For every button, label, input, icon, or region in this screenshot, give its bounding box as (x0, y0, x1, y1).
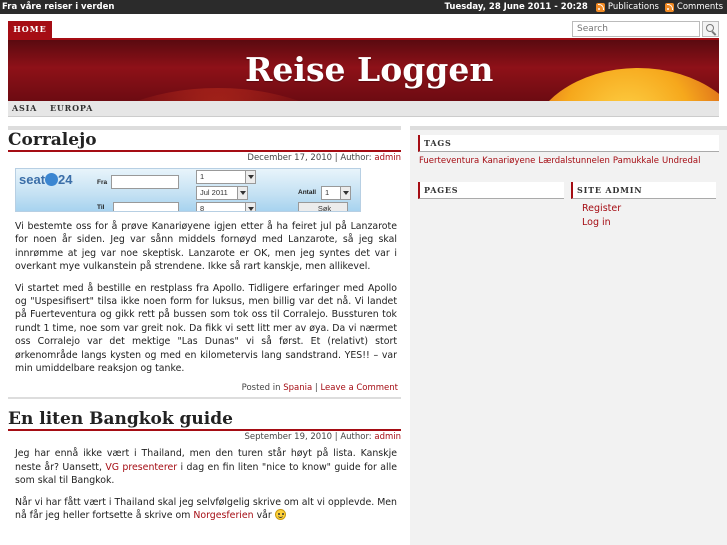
search-input[interactable] (572, 21, 700, 37)
passengers-select[interactable]: 1 (321, 186, 351, 200)
globe-icon (45, 173, 59, 186)
publications-feed-link[interactable]: Publications (608, 0, 659, 14)
author-label: | Author: (334, 432, 372, 443)
passengers-label: Antall (298, 189, 317, 196)
post-date: December 17, 2010 (247, 153, 333, 163)
tag-link[interactable]: Lærdalstunnelen (538, 156, 610, 166)
tag-link[interactable]: Kanariøyene (482, 156, 535, 166)
header-glow (88, 88, 348, 101)
post-footer: Posted in Spania | Leave a Comment (8, 383, 401, 400)
rss-icon (595, 2, 605, 12)
search-button[interactable] (702, 21, 719, 37)
author-link[interactable]: admin (374, 153, 401, 163)
admin-links: Register Log in (571, 199, 716, 230)
site-header: Reise Loggen (8, 38, 719, 101)
site-tagline: Fra våre reiser i verden (2, 2, 115, 12)
vg-link[interactable]: VG presenterer (105, 462, 177, 473)
rss-icon (664, 2, 674, 12)
site-admin-widget: SITE ADMIN Register Log in (571, 182, 716, 230)
return-day-select[interactable]: 8 (196, 202, 256, 212)
header-sun-graphic (528, 68, 719, 101)
seat24-brand-number: 24 (58, 172, 73, 187)
to-label: Til (97, 204, 105, 211)
depart-day-select[interactable]: 1 (196, 170, 256, 184)
posted-in-label: Posted in (241, 383, 281, 394)
seat24-brand: seat (19, 172, 46, 187)
main-content: Corralejo December 17, 2010 | Author: ad… (8, 126, 401, 545)
search-icon-handle (711, 31, 717, 36)
seat24-logo: seat 24 (19, 172, 73, 187)
post-paragraph: Vi startet med å bestille en restplass f… (15, 282, 397, 375)
pages-widget: PAGES (418, 182, 564, 199)
post-date: September 19, 2010 (244, 432, 333, 443)
from-input[interactable] (111, 175, 179, 189)
author-label: | Author: (334, 153, 372, 163)
footer-separator: | (314, 383, 318, 394)
chevron-down-icon (237, 187, 247, 199)
post-body: Jeg har ennå ikke vært i Thailand, men d… (8, 447, 401, 522)
author-link[interactable]: admin (374, 432, 401, 442)
top-bar-right: Tuesday, 28 June 2011 - 20:28 Publicatio… (445, 0, 727, 14)
post-paragraph: Når vi har fått vært i Thailand skal jeg… (8, 496, 401, 523)
depart-day-value: 1 (200, 172, 205, 181)
post-paragraph: Jeg har ennå ikke vært i Thailand, men d… (8, 447, 401, 487)
smiley-icon (274, 509, 286, 521)
pages-title: PAGES (418, 182, 564, 199)
chevron-down-icon (245, 171, 255, 183)
post: En liten Bangkok guide September 19, 201… (8, 409, 401, 522)
tags-title: TAGS (418, 135, 719, 152)
post-title[interactable]: Corralejo (8, 130, 401, 152)
login-link[interactable]: Log in (571, 216, 716, 230)
tag-link[interactable]: Undredal (662, 156, 701, 166)
paragraph-text: vår (253, 510, 275, 522)
post-paragraph: Vi bestemte oss for å prøve Kanariøyene … (15, 221, 397, 273)
post: Corralejo December 17, 2010 | Author: ad… (8, 130, 401, 400)
norgesferien-link[interactable]: Norgesferien (193, 510, 253, 521)
from-label: Fra (97, 179, 108, 186)
current-date: Tuesday, 28 June 2011 - 20:28 (444, 2, 588, 12)
category-asia[interactable]: ASIA (12, 101, 37, 116)
sidebar: TAGS Fuerteventura Kanariøyene Lærdalstunn… (410, 126, 727, 545)
tag-link[interactable]: Pamukkale (613, 156, 659, 166)
post-body: Vi bestemte oss for å prøve Kanariøyene … (8, 220, 401, 375)
category-link[interactable]: Spania (283, 383, 312, 393)
post-meta: December 17, 2010 | Author: admin (8, 153, 401, 164)
chevron-down-icon (245, 203, 255, 211)
category-europa[interactable]: EUROPA (50, 101, 93, 116)
post-title[interactable]: En liten Bangkok guide (8, 409, 401, 432)
comments-feed-link[interactable]: Comments (677, 0, 723, 14)
post-meta: September 19, 2010 | Author: admin (8, 432, 402, 443)
top-bar: Fra våre reiser i verden Tuesday, 28 Jun… (0, 0, 727, 14)
widget-search-button[interactable]: Søk (298, 202, 348, 212)
tag-cloud: Fuerteventura Kanariøyene Lærdalstunnelen P… (418, 152, 719, 167)
depart-month-value: Jul 2011 (200, 188, 228, 197)
category-nav: ASIA EUROPA (8, 101, 719, 117)
to-input[interactable] (113, 202, 179, 211)
register-link[interactable]: Register (571, 202, 716, 216)
site-admin-title: SITE ADMIN (571, 182, 716, 199)
widget-search-label: Søk (317, 204, 332, 212)
return-day-value: 8 (200, 204, 205, 212)
chevron-down-icon (340, 187, 350, 199)
tag-link[interactable]: Fuerteventura (419, 156, 479, 166)
leave-comment-link[interactable]: Leave a Comment (320, 383, 398, 393)
depart-month-select[interactable]: Jul 2011 (196, 186, 248, 200)
passengers-value: 1 (325, 188, 330, 197)
nav-home-tab[interactable]: HOME (8, 21, 52, 38)
flight-search-widget: seat 24 Fra 1 Jul 2011 Antall 1 Til 8 Søk (15, 168, 361, 212)
site-title[interactable]: Reise Loggen (245, 50, 493, 89)
tags-widget: TAGS Fuerteventura Kanariøyene Lærdalstunn… (418, 135, 719, 167)
